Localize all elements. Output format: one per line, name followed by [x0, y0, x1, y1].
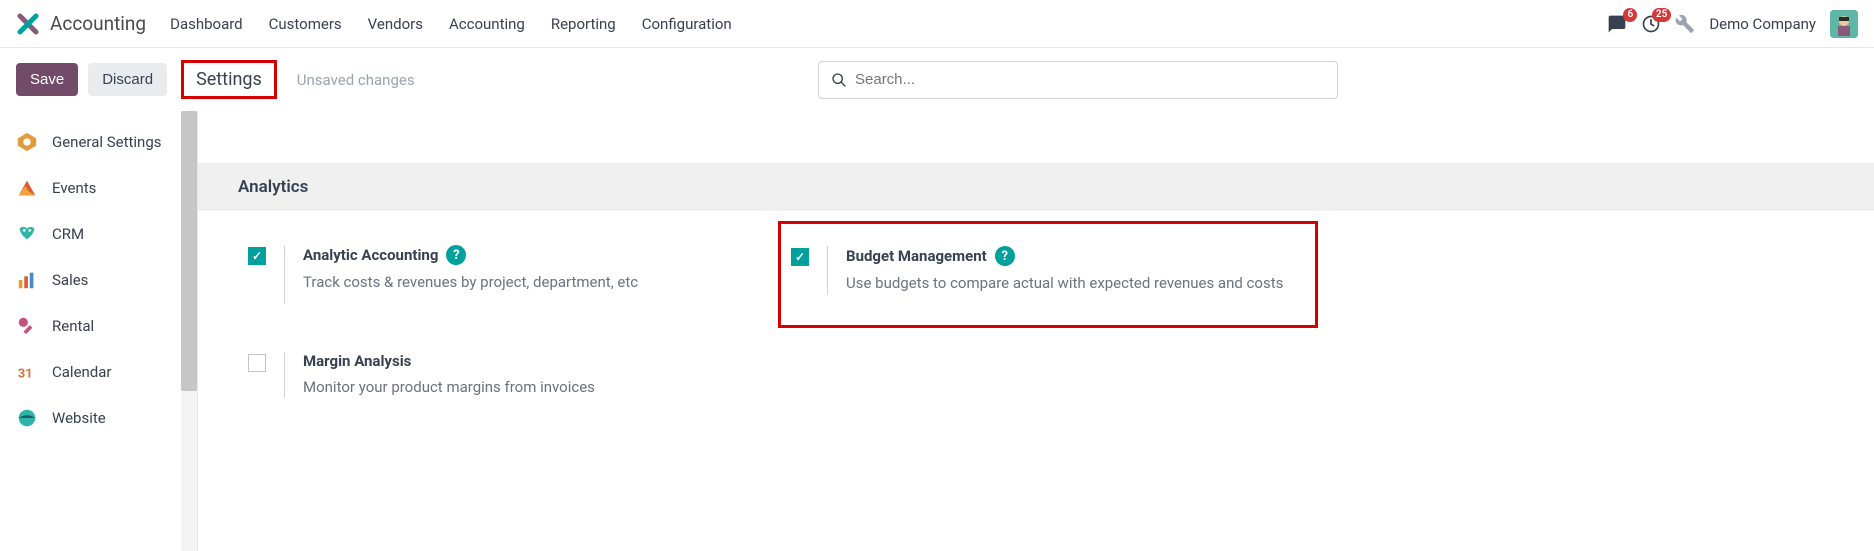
top-nav: Accounting Dashboard Customers Vendors A…	[0, 0, 1874, 48]
activities-badge: 25	[1652, 8, 1671, 22]
website-icon	[16, 407, 38, 429]
setting-description: Monitor your product margins from invoic…	[303, 376, 768, 399]
brand[interactable]: Accounting	[16, 12, 146, 36]
help-icon[interactable]: ?	[446, 245, 466, 265]
scrollbar-thumb[interactable]	[181, 111, 197, 391]
setting-title: Analytic Accounting	[303, 246, 438, 264]
sidebar-item-calendar[interactable]: 31 Calendar	[0, 349, 197, 395]
brand-name: Accounting	[50, 12, 146, 35]
checkbox-analytic-accounting[interactable]: ✓	[248, 247, 266, 265]
setting-margin-analysis: Margin Analysis Monitor your product mar…	[238, 348, 778, 403]
company-name[interactable]: Demo Company	[1709, 15, 1816, 33]
rental-icon	[16, 315, 38, 337]
setting-analytic-accounting: ✓ Analytic Accounting ? Track costs & re…	[238, 241, 778, 308]
divider	[284, 352, 285, 399]
sidebar-item-label: CRM	[52, 225, 84, 243]
sidebar-item-label: Sales	[52, 271, 88, 289]
nav-reporting[interactable]: Reporting	[551, 15, 616, 33]
section-header-analytics: Analytics	[198, 163, 1874, 211]
setting-description: Use budgets to compare actual with expec…	[846, 272, 1305, 295]
nav-vendors[interactable]: Vendors	[368, 15, 423, 33]
user-avatar[interactable]	[1830, 10, 1858, 38]
nav-accounting[interactable]: Accounting	[449, 15, 525, 33]
sidebar-item-rental[interactable]: Rental	[0, 303, 197, 349]
sidebar-item-label: Rental	[52, 317, 94, 335]
sidebar-scrollbar[interactable]	[181, 111, 197, 551]
content: General Settings Events CRM Sales Rental	[0, 111, 1874, 551]
settings-sidebar: General Settings Events CRM Sales Rental	[0, 111, 198, 551]
help-icon[interactable]: ?	[995, 246, 1015, 266]
gear-icon	[16, 131, 38, 153]
messages-button[interactable]: 6	[1607, 14, 1627, 34]
settings-main: Analytics ✓ Analytic Accounting ? Track …	[198, 111, 1874, 551]
search-box[interactable]	[818, 61, 1338, 99]
debug-button[interactable]	[1675, 14, 1695, 34]
save-button[interactable]: Save	[16, 63, 78, 96]
sidebar-item-label: Website	[52, 409, 106, 427]
breadcrumb-settings: Settings	[196, 69, 262, 90]
activities-button[interactable]: 25	[1641, 14, 1661, 34]
sidebar-item-website[interactable]: Website	[0, 395, 197, 441]
setting-title: Budget Management	[846, 247, 987, 265]
sales-icon	[16, 269, 38, 291]
setting-budget-management: ✓ Budget Management ? Use budgets to com…	[778, 221, 1318, 328]
checkbox-budget-management[interactable]: ✓	[791, 248, 809, 266]
action-bar: Save Discard Settings Unsaved changes	[0, 48, 1874, 111]
nav-right: 6 25 Demo Company	[1607, 10, 1858, 38]
sidebar-item-label: General Settings	[52, 133, 162, 151]
events-icon	[16, 177, 38, 199]
crm-icon	[16, 223, 38, 245]
unsaved-indicator: Unsaved changes	[297, 71, 415, 89]
sidebar-item-label: Calendar	[52, 363, 112, 381]
sidebar-item-events[interactable]: Events	[0, 165, 197, 211]
svg-text:31: 31	[18, 367, 33, 382]
wrench-icon	[1675, 14, 1695, 34]
sidebar-item-sales[interactable]: Sales	[0, 257, 197, 303]
search-input[interactable]	[855, 71, 1325, 88]
setting-description: Track costs & revenues by project, depar…	[303, 271, 768, 294]
nav-menu: Dashboard Customers Vendors Accounting R…	[170, 15, 732, 33]
checkbox-margin-analysis[interactable]	[248, 354, 266, 372]
messages-badge: 6	[1623, 8, 1637, 22]
check-icon: ✓	[252, 249, 262, 263]
sidebar-item-general-settings[interactable]: General Settings	[0, 119, 197, 165]
breadcrumb: Settings	[181, 60, 277, 99]
divider	[284, 245, 285, 304]
check-icon: ✓	[795, 250, 805, 264]
calendar-icon: 31	[16, 361, 38, 383]
nav-configuration[interactable]: Configuration	[642, 15, 732, 33]
discard-button[interactable]: Discard	[88, 63, 167, 96]
app-icon	[16, 12, 40, 36]
nav-dashboard[interactable]: Dashboard	[170, 15, 243, 33]
settings-grid: ✓ Analytic Accounting ? Track costs & re…	[198, 211, 1874, 412]
divider	[827, 246, 828, 295]
setting-title: Margin Analysis	[303, 352, 411, 370]
sidebar-item-crm[interactable]: CRM	[0, 211, 197, 257]
search-icon	[831, 72, 847, 88]
avatar-icon	[1830, 10, 1858, 38]
sidebar-item-label: Events	[52, 179, 96, 197]
nav-customers[interactable]: Customers	[269, 15, 342, 33]
